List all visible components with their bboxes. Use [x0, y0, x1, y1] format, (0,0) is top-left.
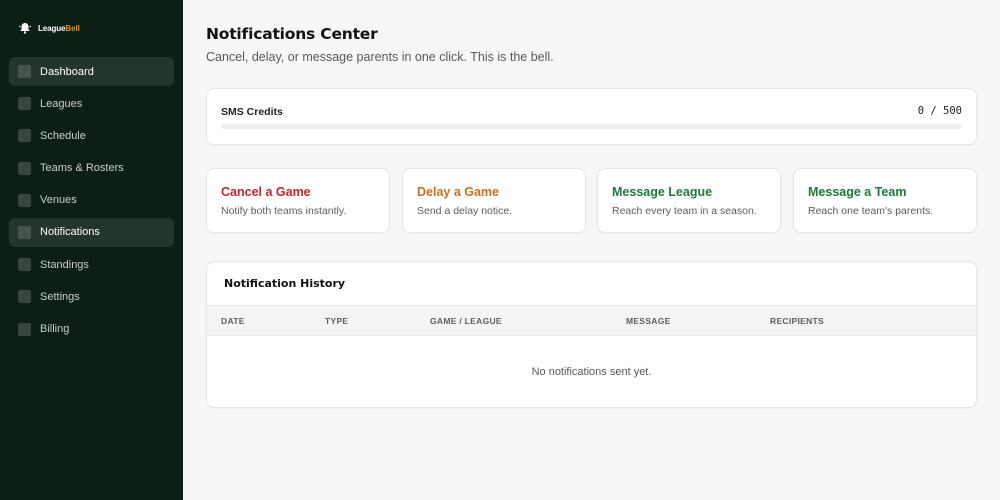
cancel-game-desc: Notify both teams instantly.	[221, 205, 347, 217]
page-subtitle: Cancel, delay, or message parents in one…	[206, 50, 554, 64]
column-game-league: GAME / LEAGUE	[430, 316, 502, 326]
message-team-title: Message a Team	[808, 185, 907, 199]
dashboard-icon	[18, 65, 31, 78]
notification-history-title: Notification History	[224, 277, 346, 290]
column-date: DATE	[221, 316, 245, 326]
sidebar-item-standings[interactable]: Standings	[9, 250, 174, 279]
delay-game-card[interactable]: Delay a Game Send a delay notice.	[402, 168, 586, 233]
billing-icon	[18, 322, 31, 336]
column-type: TYPE	[325, 316, 349, 326]
sidebar-item-schedule[interactable]: Schedule	[9, 121, 174, 150]
sms-credits-card: SMS Credits 0 / 500	[206, 88, 977, 145]
sidebar-item-venues[interactable]: Venues	[9, 186, 174, 215]
brand-logo[interactable]: LeagueBell	[18, 21, 80, 35]
venues-icon	[18, 193, 31, 207]
column-message: MESSAGE	[626, 316, 671, 326]
sidebar-item-notifications[interactable]: Notifications	[9, 217, 174, 247]
notification-history-card: Notification History DATE TYPE GAME / LE…	[206, 261, 977, 408]
sms-credits-label: SMS Credits	[221, 106, 283, 118]
column-recipients: RECIPIENTS	[770, 316, 825, 326]
brand-name: LeagueBell	[38, 23, 80, 33]
sidebar-item-leagues[interactable]: Leagues	[9, 89, 174, 118]
sidebar-item-billing[interactable]: Billing	[9, 315, 174, 344]
sidebar-item-settings[interactable]: Settings	[9, 282, 174, 311]
cancel-game-card[interactable]: Cancel a Game Notify both teams instantl…	[206, 168, 390, 233]
sms-credits-count: 0 / 500	[917, 105, 962, 117]
message-team-card[interactable]: Message a Team Reach one team's parents.	[793, 168, 977, 233]
history-empty-state: No notifications sent yet.	[531, 366, 652, 378]
message-team-desc: Reach one team's parents.	[808, 205, 934, 217]
schedule-icon	[18, 129, 31, 143]
page-title: Notifications Center	[206, 25, 378, 43]
teams-icon	[18, 161, 31, 175]
sidebar-item-dashboard[interactable]: Dashboard	[9, 57, 174, 86]
standings-icon	[18, 258, 31, 272]
bell-logo-icon	[18, 23, 32, 34]
notifications-icon	[18, 225, 31, 239]
sidebar-nav: Dashboard Leagues Schedule Teams & Roste…	[9, 57, 174, 347]
history-table-header: DATE TYPE GAME / LEAGUE MESSAGE RECIPIEN…	[207, 305, 976, 336]
sms-credits-progress	[221, 124, 962, 129]
message-league-card[interactable]: Message League Reach every team in a sea…	[597, 168, 781, 233]
settings-icon	[18, 290, 31, 304]
sidebar: LeagueBell Dashboard Leagues Schedule Te…	[0, 0, 183, 500]
cancel-game-title: Cancel a Game	[221, 185, 311, 199]
delay-game-title: Delay a Game	[417, 185, 499, 199]
leagues-icon	[18, 97, 31, 111]
delay-game-desc: Send a delay notice.	[417, 205, 513, 217]
message-league-desc: Reach every team in a season.	[612, 205, 757, 217]
sidebar-item-teams-rosters[interactable]: Teams & Rosters	[9, 154, 174, 183]
message-league-title: Message League	[612, 185, 713, 199]
